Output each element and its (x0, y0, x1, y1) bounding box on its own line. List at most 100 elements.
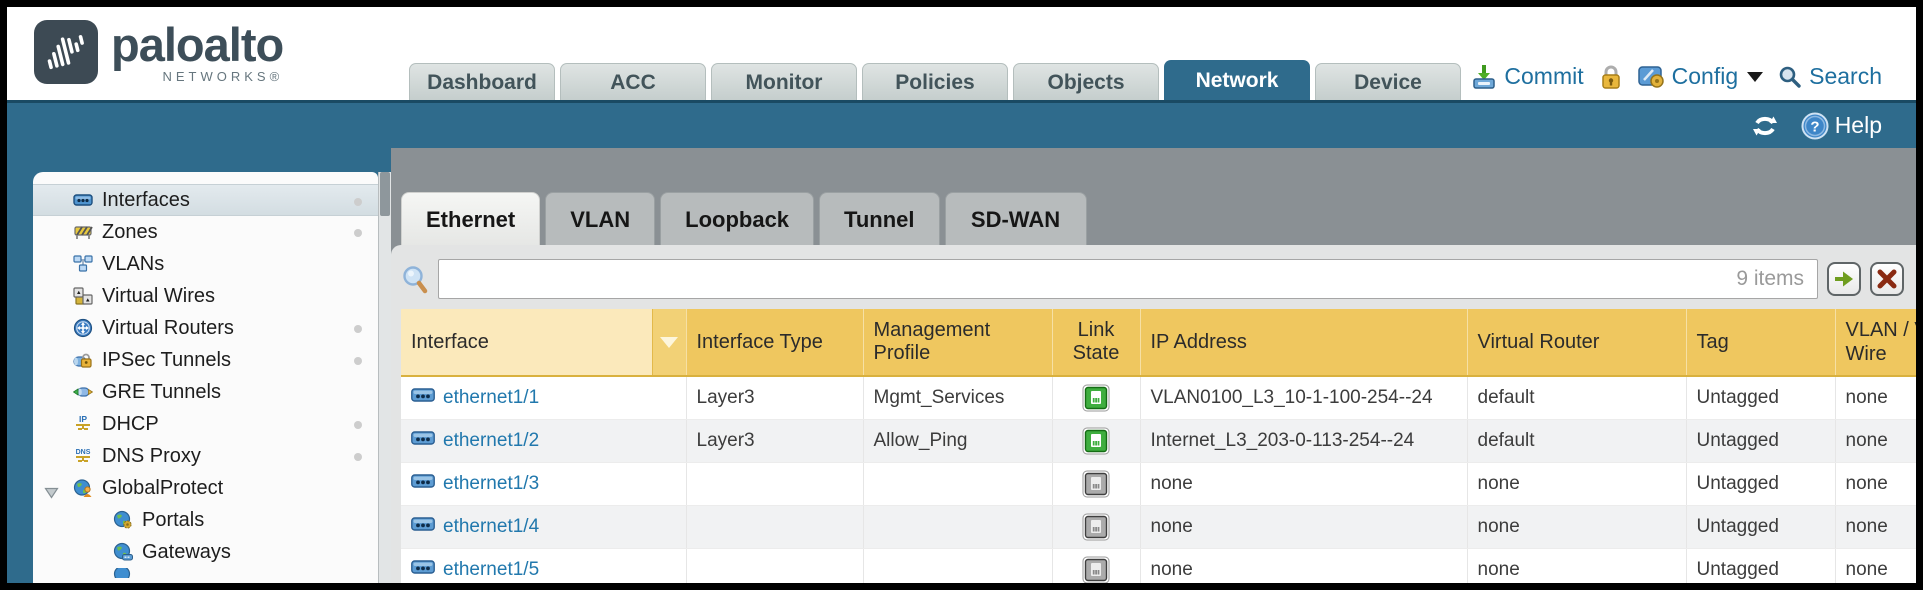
sidebar-scrollbar-thumb[interactable] (380, 172, 390, 216)
cell-virtual-router: none (1467, 505, 1686, 548)
tab-dashboard[interactable]: Dashboard (409, 63, 555, 100)
sidebar-item-virtual-wires[interactable]: Virtual Wires (33, 280, 378, 312)
subtab-tunnel[interactable]: Tunnel (819, 192, 939, 245)
paloalto-logomark-icon (33, 19, 99, 85)
table-row[interactable]: ethernet1/5 none none Untagged (401, 548, 1916, 583)
interface-link[interactable]: ethernet1/1 (443, 387, 539, 409)
help-icon: ? (1801, 112, 1829, 140)
column-header-vlan-wire[interactable]: VLAN / Virtual Wire (1835, 309, 1916, 376)
sidebar-scrollbar[interactable] (378, 172, 391, 583)
sidebar-item-portals[interactable]: Portals (33, 504, 378, 536)
tab-monitor[interactable]: Monitor (711, 63, 857, 100)
red-x-icon (1877, 269, 1897, 289)
config-icon (1638, 64, 1665, 89)
search-button[interactable]: Search (1778, 63, 1882, 90)
cell-management-profile (863, 462, 1052, 505)
sidebar-item-label: VLANs (102, 253, 164, 276)
column-header-management-profile[interactable]: Management Profile (863, 309, 1052, 376)
ipsec-tunnels-icon (73, 350, 93, 370)
cell-management-profile (863, 548, 1052, 583)
help-label: Help (1835, 112, 1882, 139)
config-label: Config (1672, 63, 1738, 90)
sidebar-item-globalprotect[interactable]: GlobalProtect (33, 472, 378, 504)
dhcp-icon: IP (73, 414, 93, 434)
cell-virtual-router: default (1467, 419, 1686, 462)
svg-text:IP: IP (79, 414, 87, 424)
table-header-row: Interface Interface Type Management Prof… (401, 309, 1916, 376)
sidebar-item-interfaces[interactable]: Interfaces (33, 184, 378, 216)
sidebar-item-gre-tunnels[interactable]: GRE Tunnels (33, 376, 378, 408)
top-bar: paloalto NETWORKS® Dashboard ACC Monitor… (7, 7, 1916, 100)
table-row[interactable]: ethernet1/4 none none Untagged (401, 505, 1916, 548)
subtab-loopback[interactable]: Loopback (660, 192, 814, 245)
ethernet-panel: 9 items (391, 245, 1916, 583)
sidebar-item-label: Zones (102, 221, 158, 244)
virtual-wires-icon (73, 286, 93, 306)
sidebar-item-gateways[interactable]: Gateways (33, 536, 378, 568)
help-button[interactable]: ? Help (1801, 112, 1882, 140)
gateways-icon (113, 542, 133, 562)
tab-network[interactable]: Network (1164, 60, 1310, 100)
pin-dot (354, 453, 362, 461)
interface-link[interactable]: ethernet1/2 (443, 430, 539, 452)
tab-device[interactable]: Device (1315, 63, 1461, 100)
clear-filter-button[interactable] (1870, 262, 1904, 296)
gre-tunnels-icon (73, 382, 93, 402)
interface-icon (411, 559, 435, 581)
column-header-tag[interactable]: Tag (1686, 309, 1835, 376)
pin-dot (354, 325, 362, 333)
sidebar-item-zones[interactable]: Zones (33, 216, 378, 248)
tab-objects[interactable]: Objects (1013, 63, 1159, 100)
sidebar-item-dns-proxy[interactable]: DNS DNS Proxy (33, 440, 378, 472)
apply-filter-button[interactable] (1827, 262, 1861, 296)
subtab-ethernet[interactable]: Ethernet (401, 192, 540, 245)
column-header-ip-address[interactable]: IP Address (1140, 309, 1467, 376)
sort-dropdown-button[interactable] (652, 309, 686, 375)
panos-window: paloalto NETWORKS® Dashboard ACC Monitor… (0, 0, 1923, 590)
subtab-sdwan[interactable]: SD-WAN (945, 192, 1087, 245)
subtab-vlan[interactable]: VLAN (545, 192, 655, 245)
interface-icon (411, 387, 435, 409)
chevron-expanded-icon[interactable] (44, 482, 59, 505)
column-header-interface-type[interactable]: Interface Type (686, 309, 863, 376)
commit-button[interactable]: Commit (1471, 63, 1583, 90)
filter-input[interactable] (438, 259, 1818, 299)
column-header-interface[interactable]: Interface (401, 309, 686, 376)
refresh-icon[interactable] (1751, 113, 1779, 139)
sidebar-item-label: Interfaces (102, 189, 190, 212)
sidebar-item-ipsec-tunnels[interactable]: IPSec Tunnels (33, 344, 378, 376)
table-row[interactable]: ethernet1/2 Layer3 Allow_Ping Internet_L… (401, 419, 1916, 462)
interfaces-table-wrap: Interface Interface Type Management Prof… (401, 309, 1916, 583)
table-row[interactable]: ethernet1/3 none none Untagged (401, 462, 1916, 505)
cell-ip-address: Internet_L3_203-0-113-254--24 (1140, 419, 1467, 462)
tab-policies[interactable]: Policies (862, 63, 1008, 100)
interface-link[interactable]: ethernet1/4 (443, 516, 539, 538)
cell-ip-address: none (1140, 548, 1467, 583)
main-area: Interfaces Zones VLANs Virtua (7, 148, 1916, 583)
cell-management-profile: Mgmt_Services (863, 376, 1052, 419)
filter-searchbox: 9 items (438, 259, 1818, 299)
filter-search-icon (401, 264, 429, 294)
sidebar-item-label: Virtual Routers (102, 317, 234, 340)
sidebar-item-vlans[interactable]: VLANs (33, 248, 378, 280)
content-area: Ethernet VLAN Loopback Tunnel SD-WAN 9 i… (391, 148, 1916, 583)
cell-tag: Untagged (1686, 419, 1835, 462)
link-state-icon (1082, 473, 1110, 494)
sidebar-item-dhcp[interactable]: IP DHCP (33, 408, 378, 440)
cell-interface-type: Layer3 (686, 419, 863, 462)
column-header-virtual-router[interactable]: Virtual Router (1467, 309, 1686, 376)
lock-icon[interactable] (1599, 64, 1623, 90)
table-row[interactable]: ethernet1/1 Layer3 Mgmt_Services VLAN010… (401, 376, 1916, 419)
network-sidebar: Interfaces Zones VLANs Virtua (33, 172, 378, 583)
virtual-routers-icon (73, 318, 93, 338)
sidebar-item-virtual-routers[interactable]: Virtual Routers (33, 312, 378, 344)
config-dropdown[interactable]: Config (1638, 63, 1763, 90)
cell-vlan-wire: none (1835, 376, 1916, 419)
tab-acc[interactable]: ACC (560, 63, 706, 100)
interface-link[interactable]: ethernet1/3 (443, 473, 539, 495)
interface-link[interactable]: ethernet1/5 (443, 559, 539, 581)
cell-tag: Untagged (1686, 376, 1835, 419)
brand-name: paloalto (111, 19, 283, 71)
sidebar-item-label: Portals (142, 509, 204, 532)
column-header-link-state[interactable]: Link State (1052, 309, 1140, 376)
